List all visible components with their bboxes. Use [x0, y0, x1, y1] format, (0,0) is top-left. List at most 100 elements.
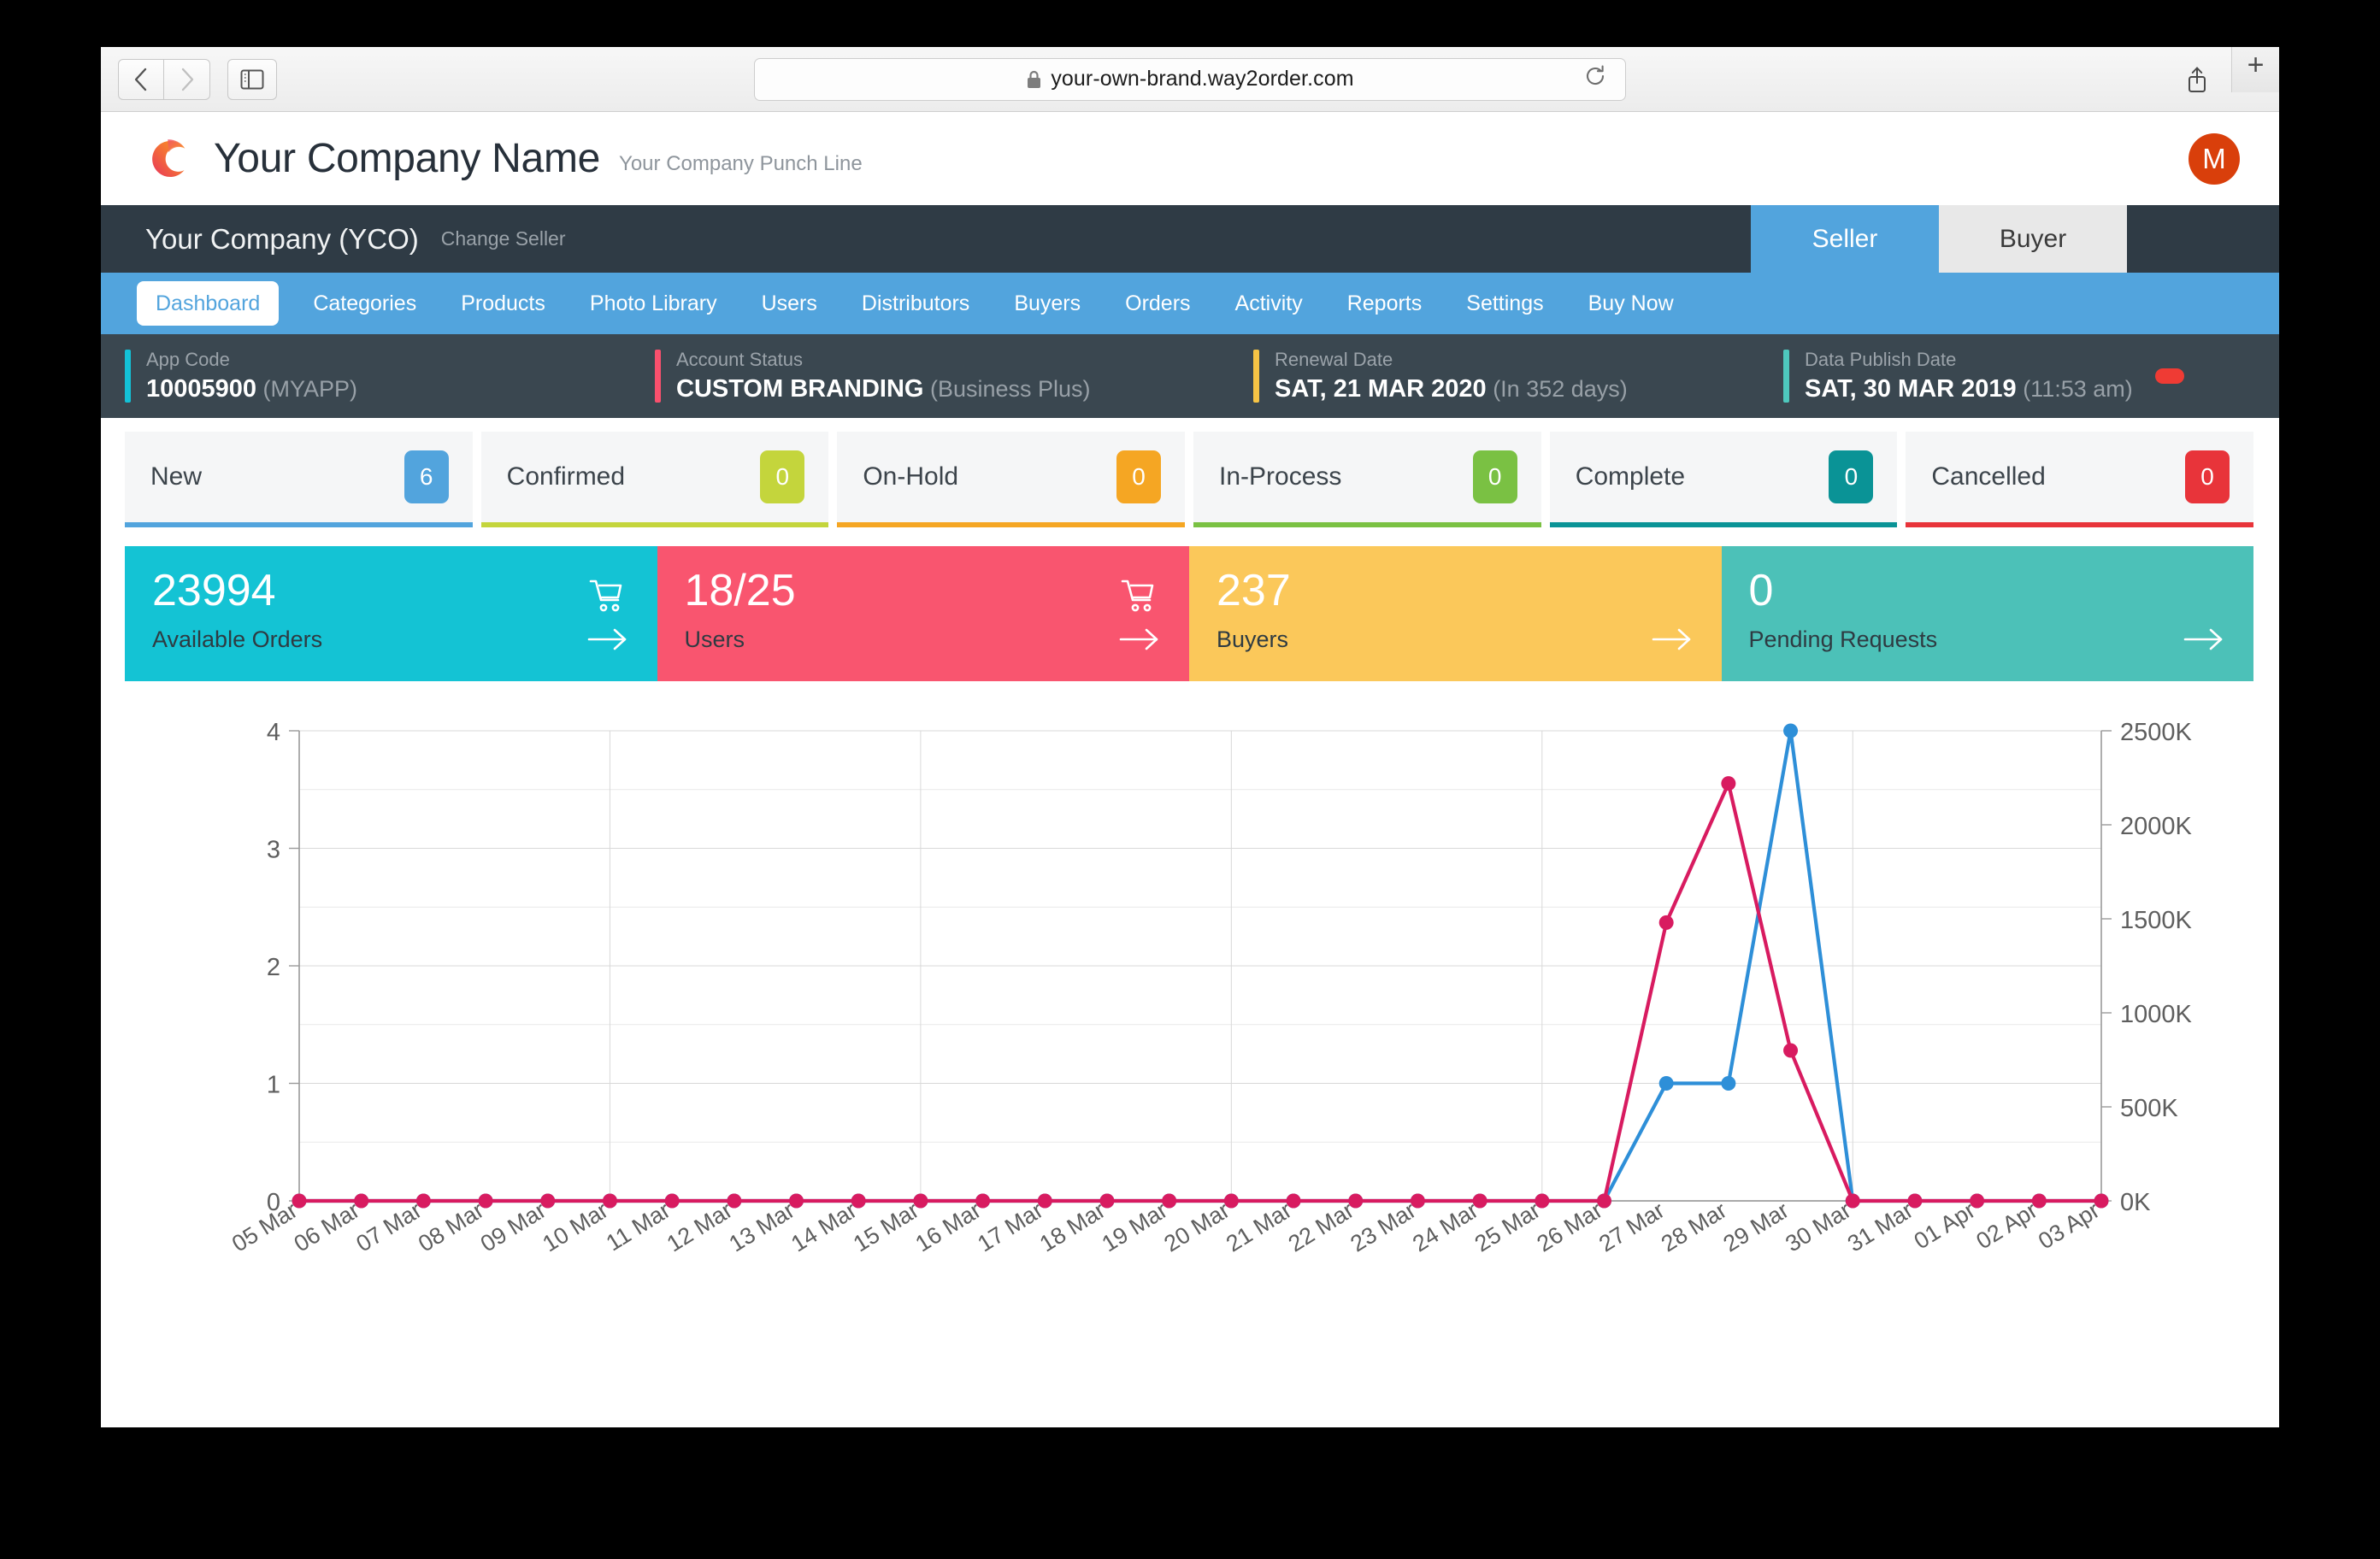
nav-item-distributors[interactable]: Distributors [839, 273, 992, 334]
status-tab-complete[interactable]: Complete 0 [1549, 432, 1898, 527]
status-tab-in-process[interactable]: In-Process 0 [1193, 432, 1541, 527]
arrow-right-icon[interactable] [2183, 627, 2224, 652]
chart-point[interactable] [1472, 1193, 1488, 1209]
chart-point[interactable] [1410, 1193, 1425, 1209]
chart-point[interactable] [1783, 1043, 1799, 1058]
order-status-tabs: New 6 Confirmed 0 On-Hold 0 In-Process 0 Complet… [101, 418, 2279, 527]
change-seller-link[interactable]: Change Seller [441, 227, 566, 250]
status-tab-confirmed[interactable]: Confirmed 0 [480, 432, 829, 527]
info-label: Renewal Date [1275, 349, 1393, 370]
chart-point[interactable] [1162, 1193, 1177, 1209]
nav-item-settings[interactable]: Settings [1444, 273, 1565, 334]
chart-point[interactable] [1348, 1193, 1364, 1209]
chart-point[interactable] [1286, 1193, 1301, 1209]
chart-point[interactable] [1907, 1193, 1923, 1209]
nav-item-orders[interactable]: Orders [1103, 273, 1212, 334]
info-value-main: SAT, 30 MAR 2019 [1805, 375, 2017, 403]
seller-name: Your Company (YCO) [145, 222, 419, 255]
chart-point[interactable] [2031, 1193, 2047, 1209]
chart-point[interactable] [1783, 723, 1799, 738]
chart-point[interactable] [851, 1193, 866, 1209]
chart-point[interactable] [354, 1193, 369, 1209]
status-badge: 0 [2185, 450, 2230, 503]
chart-point[interactable] [1721, 776, 1736, 791]
info-text: Data Publish Date SAT, 30 MAR 2019 (11:53… [1805, 349, 2133, 403]
nav-item-activity[interactable]: Activity [1213, 273, 1325, 334]
chart-point[interactable] [913, 1193, 928, 1209]
info-value-sub: (Business Plus) [923, 376, 1091, 402]
kpi-label: Pending Requests [1748, 627, 1938, 652]
status-tab-on-hold[interactable]: On-Hold 0 [837, 432, 1186, 527]
reload-button[interactable] [1584, 65, 1606, 93]
nav-item-products[interactable]: Products [439, 273, 568, 334]
nav-item-dashboard[interactable]: Dashboard [137, 281, 280, 326]
info-value: SAT, 30 MAR 2019 (11:53 am) [1805, 375, 2133, 403]
status-badge: 6 [404, 450, 449, 503]
kpi-value: 0 [1748, 566, 1774, 615]
arrow-right-icon[interactable] [1652, 627, 1693, 652]
brand-header: Your Company Name Your Company Punch Lin… [101, 112, 2279, 205]
chart-point[interactable] [1535, 1193, 1550, 1209]
tab-buyer[interactable]: Buyer [1939, 205, 2127, 273]
chart-point[interactable] [1658, 1076, 1674, 1091]
nav-item-buy-now[interactable]: Buy Now [1566, 273, 1696, 334]
chart-point[interactable] [1223, 1193, 1239, 1209]
avatar[interactable]: M [2189, 132, 2240, 185]
role-switcher: Seller Buyer [1751, 205, 2127, 273]
chart-point[interactable] [602, 1193, 617, 1209]
kpi-card-available-orders[interactable]: 23994 Available Orders [125, 546, 657, 681]
chart-point[interactable] [415, 1193, 431, 1209]
chart-point[interactable] [1721, 1076, 1736, 1091]
chart-ytick-right: 1000K [2120, 1001, 2193, 1028]
publish-status-indicator [2154, 368, 2184, 384]
chart-point[interactable] [1970, 1193, 1985, 1209]
status-tab-label: Cancelled [1931, 462, 2046, 491]
chart-point[interactable] [664, 1193, 680, 1209]
nav-item-reports[interactable]: Reports [1325, 273, 1445, 334]
arrow-right-icon[interactable] [1119, 627, 1160, 652]
nav-item-photo-library[interactable]: Photo Library [568, 273, 739, 334]
chart-ytick-left: 4 [267, 719, 280, 746]
chart-ytick-right: 2500K [2120, 719, 2193, 746]
chart-canvas: 012340K500K1000K1500K2000K2500K05 Mar06 … [227, 719, 2193, 1257]
chart-point[interactable] [789, 1193, 804, 1209]
forward-button[interactable] [164, 58, 210, 100]
nav-item-categories[interactable]: Categories [291, 273, 439, 334]
chart-point[interactable] [1658, 915, 1674, 930]
sidebar-toggle-button[interactable] [227, 58, 277, 100]
share-button[interactable] [2185, 66, 2209, 93]
status-tab-cancelled[interactable]: Cancelled 0 [1906, 432, 2254, 527]
info-cell-data-publish-date: Data Publish Date SAT, 30 MAR 2019 (11:53… [1783, 349, 2184, 403]
chart-point[interactable] [292, 1193, 307, 1209]
kpi-card-users[interactable]: 18/25 Users [657, 546, 1189, 681]
nav-item-buyers[interactable]: Buyers [992, 273, 1103, 334]
tab-seller[interactable]: Seller [1751, 205, 1939, 273]
arrow-right-icon[interactable] [587, 627, 628, 652]
kpi-value: 23994 [152, 566, 276, 615]
chart-point[interactable] [727, 1193, 742, 1209]
chart-point[interactable] [1037, 1193, 1052, 1209]
status-tab-new[interactable]: New 6 [125, 432, 473, 527]
info-value-main: SAT, 21 MAR 2020 [1275, 375, 1487, 403]
status-tab-label: Confirmed [506, 462, 626, 491]
status-tab-label: Complete [1575, 462, 1686, 491]
chart-point[interactable] [1099, 1193, 1115, 1209]
chart-point[interactable] [540, 1193, 556, 1209]
chart-point[interactable] [1596, 1193, 1611, 1209]
back-button[interactable] [118, 58, 164, 100]
chart-ytick-right: 0K [2120, 1189, 2151, 1216]
info-value-main: 10005900 [146, 375, 257, 403]
chart-point[interactable] [1845, 1193, 1860, 1209]
info-value-main: CUSTOM BRANDING [676, 375, 924, 403]
info-value-sub: (11:53 am) [2016, 376, 2133, 402]
chart-line-value [297, 781, 2104, 1203]
kpi-card-buyers[interactable]: 237 Buyers [1189, 546, 1722, 681]
kpi-value: 237 [1217, 566, 1291, 615]
nav-item-users[interactable]: Users [739, 273, 839, 334]
chart-point[interactable] [975, 1193, 991, 1209]
new-tab-button[interactable]: + [2231, 47, 2279, 92]
kpi-card-pending-requests[interactable]: 0 Pending Requests [1721, 546, 2253, 681]
chart-point[interactable] [478, 1193, 493, 1209]
address-bar[interactable]: your-own-brand.way2order.com [754, 57, 1626, 101]
chart-point[interactable] [2094, 1193, 2109, 1209]
